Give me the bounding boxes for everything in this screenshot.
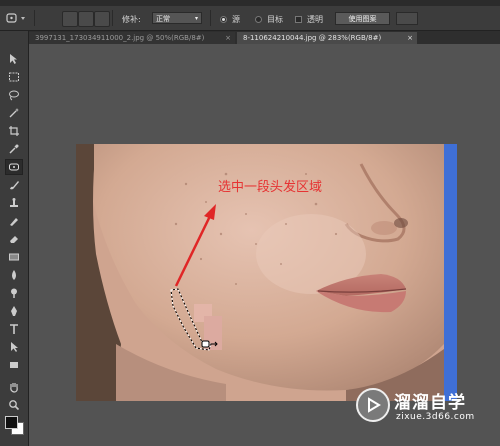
zoom-tool[interactable]	[5, 397, 23, 413]
path-selection-tool[interactable]	[5, 339, 23, 355]
move-icon	[10, 54, 17, 64]
patch-label: 修补:	[122, 15, 141, 24]
pen-tool[interactable]	[5, 303, 23, 319]
close-icon[interactable]: ×	[407, 32, 413, 44]
watermark: 溜溜自学 zixue.3d66.com	[356, 380, 494, 430]
add-selection-icon[interactable]	[78, 11, 94, 27]
brush-icon	[10, 181, 19, 190]
patch-mode-value: 正常	[156, 15, 170, 23]
hand-tool[interactable]	[5, 379, 23, 395]
marquee-icon	[9, 72, 19, 82]
new-selection-icon[interactable]	[62, 11, 78, 27]
hand-icon	[10, 383, 18, 393]
pattern-picker[interactable]	[396, 12, 418, 25]
gradient-icon	[9, 253, 19, 261]
history-brush-tool[interactable]	[5, 213, 23, 229]
watermark-url: zixue.3d66.com	[396, 412, 475, 422]
color-swatches[interactable]	[3, 413, 25, 443]
blur-drop-icon	[12, 270, 16, 280]
stamp-icon	[10, 198, 18, 207]
lasso-tool[interactable]	[5, 87, 23, 103]
lasso-icon	[9, 90, 19, 101]
marquee-tool[interactable]	[5, 69, 23, 85]
dodge-tool[interactable]	[5, 285, 23, 301]
chevron-down-icon: ▾	[194, 15, 198, 22]
source-label: 源	[232, 15, 240, 24]
rectangle-icon	[10, 362, 18, 368]
tab-title: 8-110624210044.jpg @ 283%(RGB/8#)	[243, 34, 382, 42]
crop-tool[interactable]	[5, 123, 23, 139]
patch-mode-select[interactable]: 正常 ▾	[152, 12, 202, 24]
tool-preset-picker[interactable]	[4, 11, 30, 25]
path-select-icon	[11, 342, 18, 352]
transparent-checkbox[interactable]	[295, 16, 302, 23]
history-brush-icon	[10, 218, 18, 226]
foreground-color-swatch[interactable]	[5, 416, 18, 429]
patch-tool-icon	[6, 13, 25, 23]
type-tool[interactable]	[5, 321, 23, 337]
watermark-name: 溜溜自学	[394, 393, 466, 413]
patch-tool[interactable]	[5, 159, 23, 175]
patch-icon	[9, 163, 19, 171]
move-tool[interactable]	[5, 51, 23, 67]
eraser-tool[interactable]	[5, 231, 23, 247]
destination-label: 目标	[267, 15, 283, 24]
eyedropper-icon	[9, 144, 19, 154]
pen-icon	[11, 306, 17, 316]
shape-tool[interactable]	[5, 357, 23, 373]
eraser-icon	[10, 236, 18, 243]
magic-wand-tool[interactable]	[5, 105, 23, 121]
transparent-label: 透明	[307, 15, 323, 24]
tab-title: 3997131_173034911000_2.jpg @ 50%(RGB/8#)	[35, 34, 205, 42]
type-icon	[10, 324, 18, 334]
close-icon[interactable]: ×	[225, 32, 231, 44]
options-bar: 修补: 正常 ▾ 源 目标 透明 使用图案	[0, 6, 500, 31]
source-radio[interactable]	[220, 16, 227, 23]
gradient-tool[interactable]	[5, 249, 23, 265]
blur-tool[interactable]	[5, 267, 23, 283]
use-pattern-button[interactable]: 使用图案	[335, 12, 390, 25]
crop-icon	[9, 126, 19, 136]
magic-wand-icon	[9, 108, 19, 118]
annotation-text: 选中一段头发区域	[218, 180, 323, 195]
document-tabs: 3997131_173034911000_2.jpg @ 50%(RGB/8#)…	[29, 31, 500, 44]
destination-radio[interactable]	[255, 16, 262, 23]
tab-document-2[interactable]: 8-110624210044.jpg @ 283%(RGB/8#) ×	[237, 32, 417, 44]
play-logo-icon	[356, 388, 390, 422]
brush-tool[interactable]	[5, 177, 23, 193]
toolbox	[0, 31, 29, 446]
use-pattern-label: 使用图案	[348, 15, 377, 23]
zoom-icon	[9, 400, 20, 411]
dodge-icon	[11, 288, 17, 298]
clone-stamp-tool[interactable]	[5, 195, 23, 211]
eyedropper-tool[interactable]	[5, 141, 23, 157]
tab-document-1[interactable]: 3997131_173034911000_2.jpg @ 50%(RGB/8#)…	[29, 32, 235, 44]
subtract-selection-icon[interactable]	[94, 11, 110, 27]
